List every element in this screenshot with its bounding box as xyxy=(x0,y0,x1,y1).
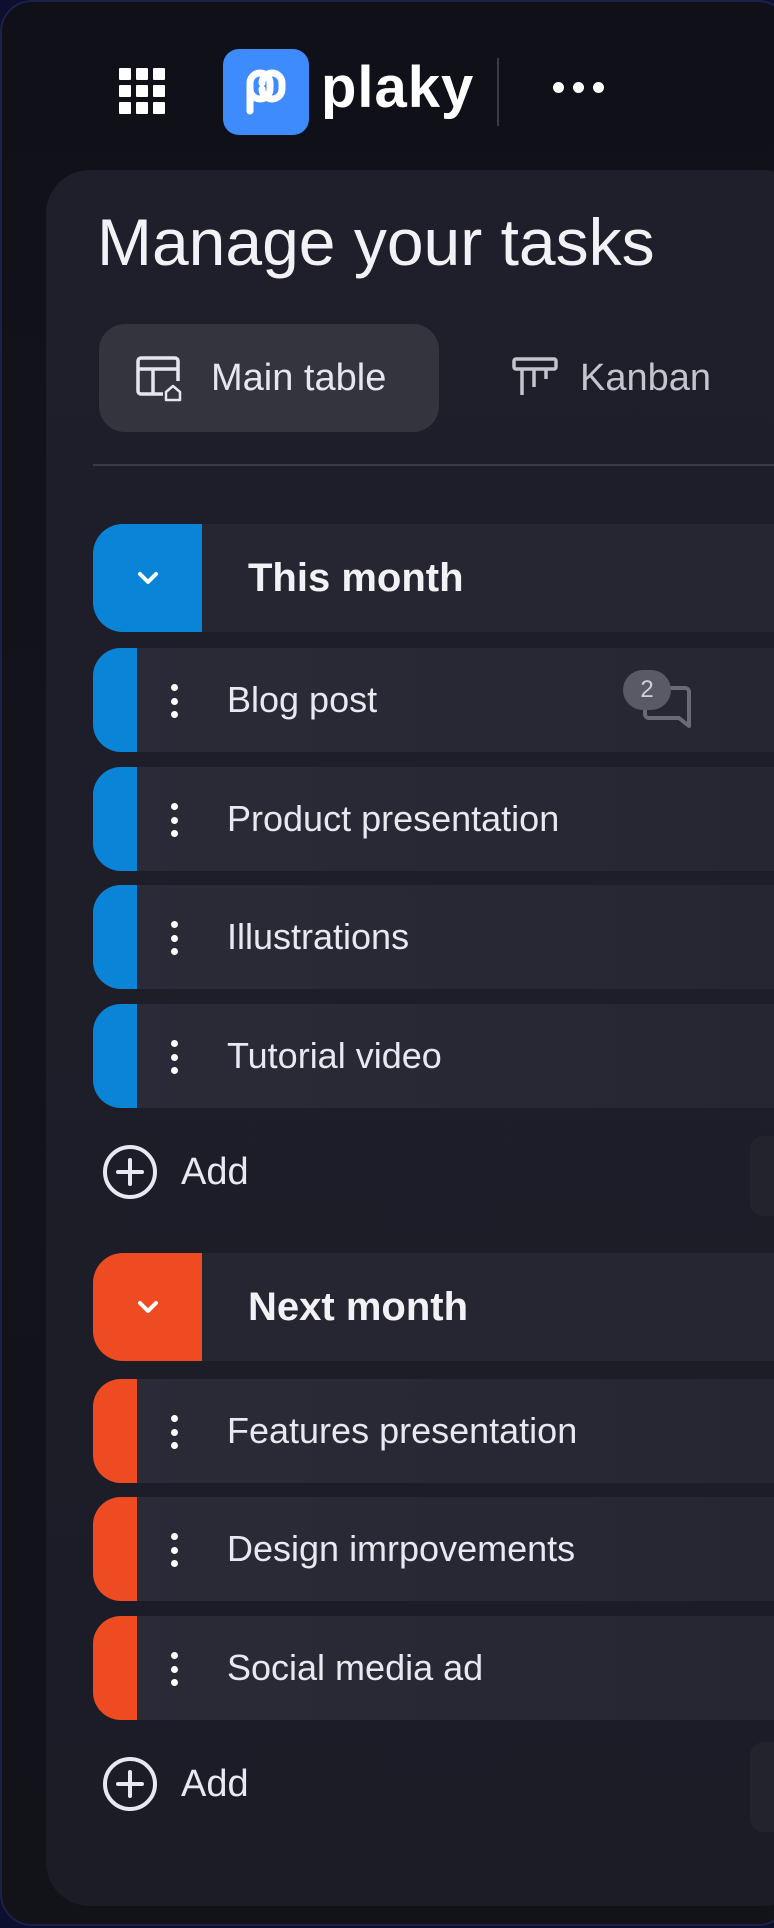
column-cell-edge xyxy=(750,1742,774,1832)
task-group-color-stripe xyxy=(93,648,137,752)
group-header-this-month: This month xyxy=(93,524,774,632)
add-label: Add xyxy=(181,1762,249,1805)
plus-circle-icon xyxy=(103,1757,157,1811)
plus-circle-icon xyxy=(103,1145,157,1199)
more-vertical-icon[interactable] xyxy=(169,803,179,837)
grid-apps-icon[interactable] xyxy=(119,68,167,116)
tab-main-table[interactable]: Main table xyxy=(99,324,439,432)
group-title[interactable]: This month xyxy=(248,524,464,632)
task-row[interactable]: Product presentation xyxy=(93,767,774,871)
task-name[interactable]: Social media ad xyxy=(227,1616,483,1720)
task-name[interactable]: Design imrpovements xyxy=(227,1497,575,1601)
task-name[interactable]: Illustrations xyxy=(227,885,409,989)
comment-count: 2 xyxy=(623,670,671,710)
add-label: Add xyxy=(181,1150,249,1193)
column-cell-edge xyxy=(750,1136,774,1216)
more-vertical-icon[interactable] xyxy=(169,1533,179,1567)
task-row[interactable]: Illustrations xyxy=(93,885,774,989)
task-name[interactable]: Product presentation xyxy=(227,767,559,871)
logo-text: plaky xyxy=(321,55,475,120)
table-icon xyxy=(136,356,183,402)
plaky-logo-icon xyxy=(223,49,309,135)
add-task-button[interactable]: Add xyxy=(101,1142,249,1202)
group-header-next-month: Next month xyxy=(93,1253,774,1361)
add-task-button[interactable]: Add xyxy=(101,1754,249,1814)
top-bar: plaky xyxy=(2,2,774,172)
group-title[interactable]: Next month xyxy=(248,1253,468,1361)
task-name[interactable]: Blog post xyxy=(227,648,377,752)
task-group-color-stripe xyxy=(93,1497,137,1601)
task-row[interactable]: Tutorial video xyxy=(93,1004,774,1108)
page-title: Manage your tasks xyxy=(97,205,655,279)
tabs-divider xyxy=(93,464,774,466)
group-collapse-button[interactable] xyxy=(93,524,202,632)
task-group-color-stripe xyxy=(93,1616,137,1720)
task-row[interactable]: Blog post 2 xyxy=(93,648,774,752)
comment-icon[interactable]: 2 xyxy=(623,670,693,732)
more-vertical-icon[interactable] xyxy=(169,1652,179,1686)
more-horizontal-icon[interactable] xyxy=(553,82,604,93)
task-group-color-stripe xyxy=(93,885,137,989)
more-vertical-icon[interactable] xyxy=(169,921,179,955)
group-collapse-button[interactable] xyxy=(93,1253,202,1361)
topbar-divider xyxy=(497,58,499,126)
task-group-color-stripe xyxy=(93,1004,137,1108)
task-row[interactable]: Design imrpovements xyxy=(93,1497,774,1601)
task-name[interactable]: Tutorial video xyxy=(227,1004,442,1108)
task-group-color-stripe xyxy=(93,1379,137,1483)
more-vertical-icon[interactable] xyxy=(169,1040,179,1074)
task-row[interactable]: Social media ad xyxy=(93,1616,774,1720)
tab-kanban-label: Kanban xyxy=(580,356,712,399)
more-vertical-icon[interactable] xyxy=(169,1415,179,1449)
tab-main-table-label: Main table xyxy=(211,356,387,399)
task-name[interactable]: Features presentation xyxy=(227,1379,577,1483)
chevron-down-icon xyxy=(137,1301,158,1313)
kanban-icon xyxy=(512,357,558,395)
task-row[interactable]: Features presentation xyxy=(93,1379,774,1483)
task-group-color-stripe xyxy=(93,767,137,871)
chevron-down-icon xyxy=(137,572,158,584)
more-vertical-icon[interactable] xyxy=(169,684,179,718)
tab-kanban[interactable]: Kanban xyxy=(510,324,750,432)
